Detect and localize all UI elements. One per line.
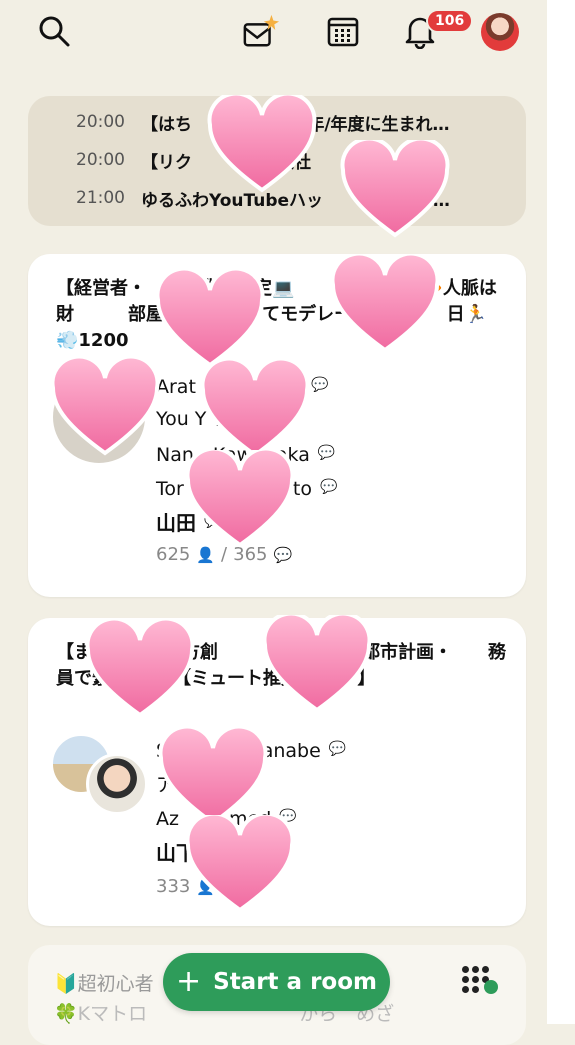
start-room-button[interactable]: + Start a room xyxy=(163,953,390,1011)
schedule-time: 21:00 xyxy=(76,188,125,208)
start-room-label: Start a room xyxy=(213,969,377,995)
heart-icon xyxy=(207,95,317,193)
chat-bubble-icon: 💬 xyxy=(319,479,338,495)
schedule-time: 20:00 xyxy=(76,150,125,170)
heart-icon xyxy=(50,358,160,456)
chat-bubble-icon: 💬 xyxy=(311,377,329,393)
search-icon[interactable] xyxy=(35,12,73,50)
calendar-icon[interactable] xyxy=(324,12,362,50)
heart-icon xyxy=(200,360,310,458)
top-bar: 106 xyxy=(0,0,547,70)
profile-avatar[interactable] xyxy=(481,13,519,51)
heart-icon xyxy=(155,270,265,368)
heart-icon xyxy=(85,620,195,718)
grid-menu-icon[interactable] xyxy=(458,962,508,1002)
heart-icon xyxy=(158,728,268,826)
heart-icon xyxy=(262,615,372,713)
chat-bubble-icon: 💬 xyxy=(317,445,336,461)
schedule-time: 20:00 xyxy=(76,112,125,132)
heart-icon xyxy=(185,815,295,913)
heart-icon xyxy=(330,255,440,353)
chat-bubble-icon: 💬 xyxy=(328,741,347,757)
speaker-avatar xyxy=(86,753,148,815)
notification-count-badge: 106 xyxy=(426,9,474,33)
heart-icon xyxy=(340,140,450,238)
plus-icon: + xyxy=(175,964,202,999)
screen-edge xyxy=(547,0,575,1024)
invite-envelope-icon[interactable] xyxy=(242,12,280,50)
heart-icon xyxy=(185,450,295,548)
